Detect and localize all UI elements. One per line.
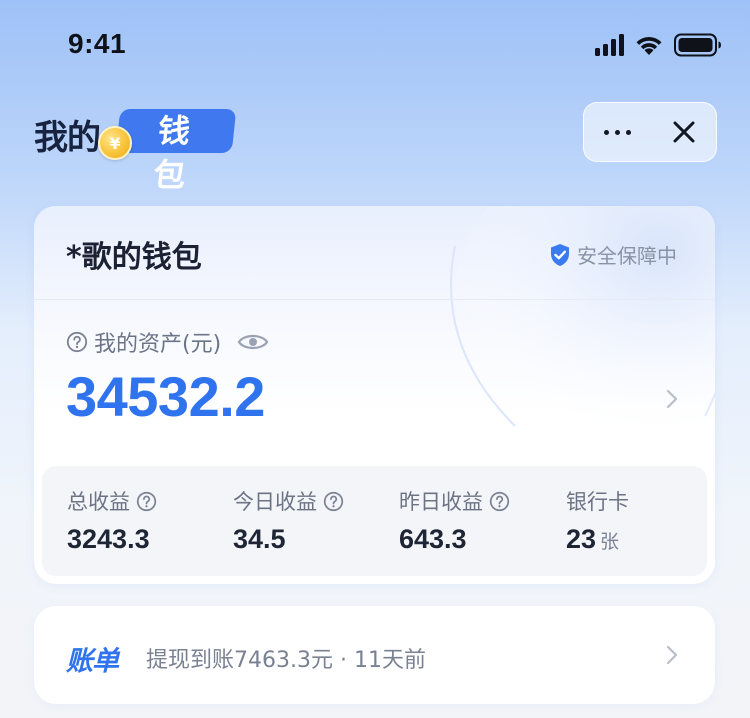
wifi-icon — [636, 36, 662, 55]
mini-program-capsule — [583, 102, 717, 162]
chevron-right-icon[interactable] — [665, 388, 679, 410]
stat-value: 23 — [566, 524, 597, 554]
help-icon[interactable] — [489, 491, 510, 512]
wallet-name: *歌的钱包 — [66, 240, 202, 275]
shield-check-icon — [551, 243, 569, 266]
eye-icon[interactable] — [237, 331, 269, 353]
chevron-right-icon — [666, 645, 678, 665]
status-time: 9:41 — [68, 28, 127, 59]
asset-label-text: 我的资产(元) — [94, 332, 222, 357]
page-title-text: 我的 — [34, 118, 101, 158]
security-status: 安全保障中 — [549, 240, 677, 269]
security-text: 安全保障中 — [577, 244, 677, 268]
bill-row[interactable]: 账单 提现到账7463.3元 · 11天前 — [34, 606, 715, 704]
status-icons — [595, 33, 722, 57]
stat-value: 3243.3 — [67, 524, 150, 554]
stat-label: 昨日收益 — [399, 490, 483, 514]
asset-value: 34532.2 — [66, 365, 265, 428]
divider — [34, 299, 715, 300]
help-icon[interactable] — [66, 331, 88, 353]
stats-panel: 总收益 3243.3 今日收益 34.5 昨日收益 643.3 银行卡 23 张 — [42, 466, 707, 576]
stat-label: 总收益 — [67, 490, 130, 514]
wallet-card: *歌的钱包 安全保障中 我的资产(元) 34532.2 总收益 3243.3 今… — [34, 206, 715, 584]
cellular-signal-icon — [595, 34, 624, 56]
stat-value: 34.5 — [233, 524, 286, 554]
page-title-highlight: 钱包 — [115, 109, 237, 194]
close-icon[interactable] — [672, 120, 696, 144]
asset-label: 我的资产(元) — [66, 326, 269, 358]
help-icon[interactable] — [323, 491, 344, 512]
more-dots-icon[interactable] — [604, 129, 632, 135]
battery-icon — [674, 33, 721, 57]
bill-summary: 提现到账7463.3元 · 11天前 — [146, 648, 426, 673]
stat-label: 银行卡 — [566, 490, 629, 514]
help-icon[interactable] — [136, 491, 157, 512]
stat-label: 今日收益 — [233, 490, 317, 514]
page-title: 我的 钱包 ¥ — [34, 104, 237, 194]
bill-tag: 账单 — [66, 646, 119, 677]
stat-unit: 张 — [600, 531, 620, 553]
coin-icon: ¥ — [98, 126, 132, 160]
stat-value: 643.3 — [399, 524, 467, 554]
